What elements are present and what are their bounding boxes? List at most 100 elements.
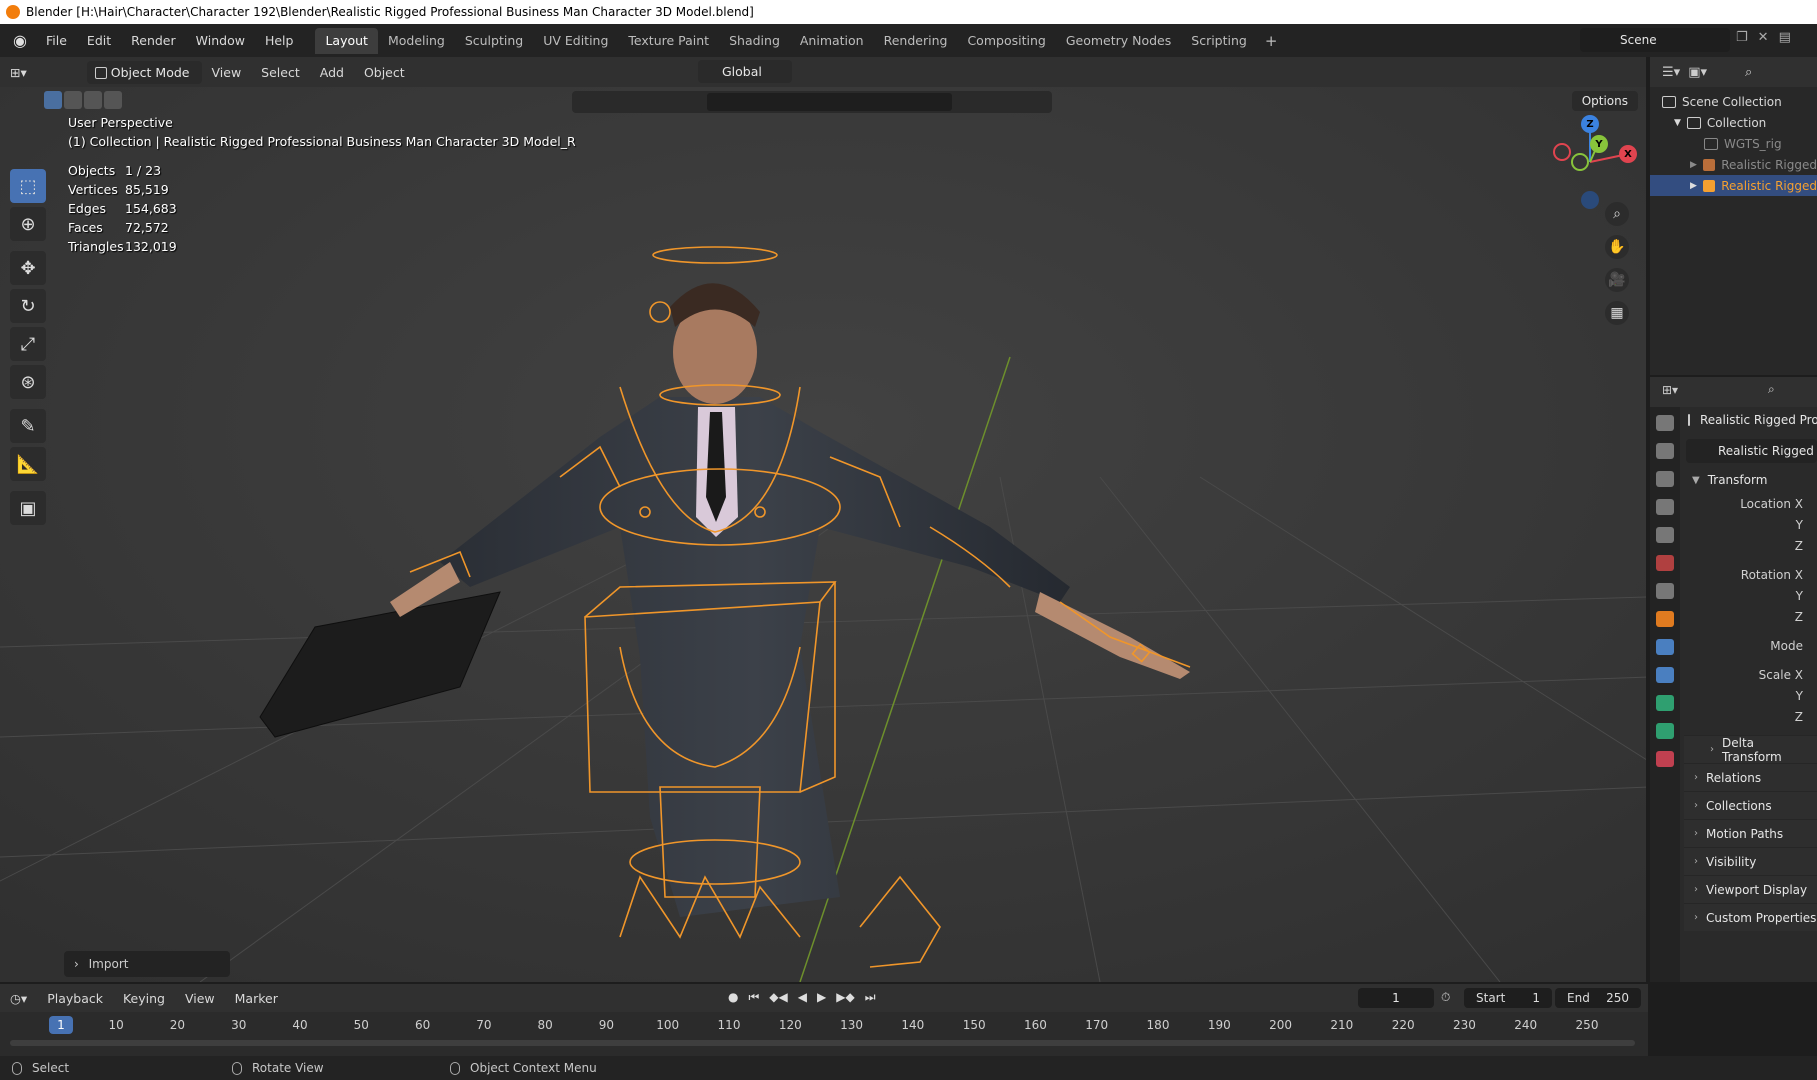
delete-scene-icon[interactable]: ✕ — [1758, 30, 1769, 45]
collection-tab-icon[interactable] — [1656, 583, 1674, 599]
jump-start-icon[interactable]: ⏮ — [748, 990, 759, 1005]
expand-arrow-icon[interactable]: ▶ — [1690, 181, 1697, 191]
camera-icon[interactable]: 🎥 — [1605, 268, 1629, 292]
tab-texture-paint[interactable]: Texture Paint — [618, 28, 719, 54]
location-x-field[interactable]: Location X — [1684, 493, 1817, 514]
viewport-display-panel[interactable]: › Viewport Display — [1684, 875, 1817, 903]
outliner-search-icon[interactable]: ⌕ — [1745, 65, 1752, 80]
gizmo-neg-x[interactable] — [1553, 143, 1571, 161]
menu-marker[interactable]: Marker — [225, 987, 288, 1010]
tab-animation[interactable]: Animation — [790, 28, 874, 54]
tab-uv-editing[interactable]: UV Editing — [533, 28, 618, 54]
rotation-x-field[interactable]: Rotation X — [1684, 564, 1817, 585]
grid-perspective-icon[interactable]: ▦ — [1605, 301, 1629, 325]
physics-tab-icon[interactable] — [1656, 667, 1674, 683]
object-datablock-field[interactable]: Realistic Rigged I — [1686, 439, 1817, 463]
menu-view[interactable]: View — [202, 61, 252, 84]
gizmo-y-axis[interactable]: Y — [1590, 135, 1608, 153]
last-operator-panel[interactable]: › Import — [64, 951, 230, 977]
select-extend-icon[interactable] — [64, 91, 82, 109]
rotation-y-field[interactable]: Y — [1684, 585, 1817, 606]
gizmo-z-axis[interactable]: Z — [1581, 115, 1599, 133]
add-workspace-button[interactable]: + — [1257, 28, 1286, 54]
tool-tab-icon[interactable] — [1656, 415, 1674, 431]
gizmo-x-axis[interactable]: X — [1619, 145, 1637, 163]
scale-x-field[interactable]: Scale X — [1684, 664, 1817, 685]
motion-paths-panel[interactable]: › Motion Paths — [1684, 819, 1817, 847]
measure-tool-icon[interactable]: 📐 — [10, 447, 46, 481]
navigation-gizmo[interactable]: Z X Y — [1540, 112, 1640, 212]
world-tab-icon[interactable] — [1656, 555, 1674, 571]
add-cube-tool-icon[interactable]: ▣ — [10, 491, 46, 525]
visibility-panel[interactable]: › Visibility — [1684, 847, 1817, 875]
select-new-icon[interactable] — [44, 91, 62, 109]
collections-panel[interactable]: › Collections — [1684, 791, 1817, 819]
menu-object[interactable]: Object — [354, 61, 415, 84]
outliner-row-collection[interactable]: ▼ Collection — [1650, 112, 1817, 133]
location-z-field[interactable]: Z — [1684, 535, 1817, 556]
viewport-search-input[interactable] — [707, 93, 952, 111]
scale-tool-icon[interactable]: ⤢ — [10, 327, 46, 361]
next-keyframe-icon[interactable]: ▶◆ — [836, 990, 854, 1005]
current-frame-field[interactable]: 1 — [1358, 988, 1434, 1008]
start-frame-field[interactable]: Start 1 — [1464, 988, 1552, 1008]
object-mode-dropdown[interactable]: Object Mode — [86, 60, 202, 84]
play-reverse-icon[interactable]: ◀ — [798, 990, 807, 1005]
transform-panel-header[interactable]: ▼ Transform — [1684, 467, 1817, 493]
menu-timeline-view[interactable]: View — [175, 987, 225, 1010]
select-subtract-icon[interactable] — [84, 91, 102, 109]
view-layer-tab-icon[interactable] — [1656, 499, 1674, 515]
render-tab-icon[interactable] — [1656, 443, 1674, 459]
end-frame-field[interactable]: End 250 — [1555, 988, 1641, 1008]
menu-playback[interactable]: Playback — [37, 987, 113, 1010]
pan-hand-icon[interactable]: ✋ — [1605, 235, 1629, 259]
menu-window[interactable]: Window — [186, 29, 255, 52]
location-y-field[interactable]: Y — [1684, 514, 1817, 535]
expand-arrow-icon[interactable]: ▼ — [1674, 118, 1681, 128]
3d-viewport[interactable]: ⊞▾ Object Mode View Select Add Object Gl… — [0, 57, 1648, 982]
tab-layout[interactable]: Layout — [315, 27, 378, 54]
transform-tool-icon[interactable]: ⊛ — [10, 365, 46, 399]
properties-search-icon[interactable]: ⌕ — [1768, 382, 1775, 397]
new-scene-icon[interactable]: ❐ — [1736, 30, 1748, 45]
menu-render[interactable]: Render — [121, 29, 186, 52]
display-mode-icon[interactable]: ▣▾ — [1688, 65, 1707, 80]
frame-ruler[interactable]: 1 10 20 30 40 50 60 70 80 90 100 110 120 130 140 150 16… — [0, 1012, 1648, 1036]
editor-type-icon[interactable]: ⊞▾ — [0, 61, 37, 84]
menu-file[interactable]: File — [36, 29, 77, 52]
tab-scripting[interactable]: Scripting — [1181, 28, 1257, 54]
outliner-row-armature-selected[interactable]: ▶ Realistic Rigged — [1650, 175, 1817, 196]
tab-sculpting[interactable]: Sculpting — [455, 28, 533, 54]
tab-modeling[interactable]: Modeling — [378, 28, 455, 54]
menu-help[interactable]: Help — [255, 29, 304, 52]
texture-tab-icon[interactable] — [1656, 751, 1674, 767]
annotate-tool-icon[interactable]: ✎ — [10, 409, 46, 443]
tab-rendering[interactable]: Rendering — [874, 28, 958, 54]
relations-panel[interactable]: › Relations — [1684, 763, 1817, 791]
modifier-tab-icon[interactable] — [1656, 639, 1674, 655]
properties-editor-icon[interactable]: ⊞▾ — [1662, 383, 1678, 397]
tab-compositing[interactable]: Compositing — [957, 28, 1055, 54]
scene-tab-icon[interactable] — [1656, 527, 1674, 543]
select-box-tool-icon[interactable]: ⬚ — [10, 169, 46, 203]
transform-orientation-dropdown[interactable]: Global — [698, 60, 792, 83]
gizmo-neg-y[interactable] — [1571, 153, 1589, 171]
menu-select[interactable]: Select — [251, 61, 310, 84]
prev-keyframe-icon[interactable]: ◆◀ — [769, 990, 787, 1005]
view-layer-icon[interactable]: ▤ — [1779, 30, 1791, 45]
rotate-tool-icon[interactable]: ↻ — [10, 289, 46, 323]
zoom-icon[interactable]: ⌕ — [1605, 202, 1629, 226]
delta-transform-panel[interactable]: › Delta Transform — [1684, 735, 1817, 764]
object-tab-icon[interactable] — [1656, 611, 1674, 627]
options-button[interactable]: Options — [1571, 91, 1638, 111]
outliner-row-wgts[interactable]: WGTS_rig — [1650, 133, 1817, 154]
custom-properties-panel[interactable]: › Custom Properties — [1684, 903, 1817, 931]
jump-end-icon[interactable]: ⏭ — [865, 990, 876, 1005]
rotation-z-field[interactable]: Z — [1684, 606, 1817, 627]
playhead[interactable]: 1 — [49, 1016, 73, 1034]
record-icon[interactable]: ● — [728, 990, 738, 1005]
move-tool-icon[interactable]: ✥ — [10, 251, 46, 285]
menu-edit[interactable]: Edit — [77, 29, 121, 52]
timeline-scrollbar[interactable] — [10, 1040, 1635, 1046]
outliner-editor-icon[interactable]: ☰▾ — [1662, 65, 1680, 80]
